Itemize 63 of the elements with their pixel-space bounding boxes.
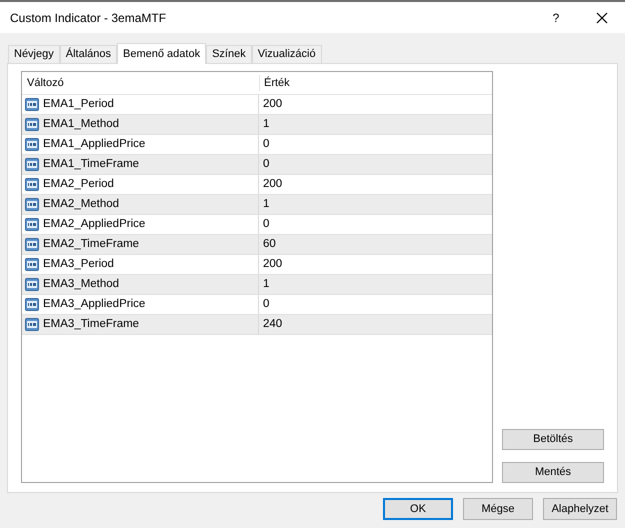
parameter-value: 200 — [262, 96, 282, 112]
parameter-value: 0 — [262, 296, 270, 312]
parameter-value: 200 — [262, 256, 282, 272]
dialog-button[interactable]: Mégse — [463, 498, 533, 520]
dialog-button[interactable]: Alaphelyzet — [543, 498, 617, 520]
parameter-name: EMA2_Period — [43, 176, 114, 192]
number-type-icon — [25, 258, 39, 271]
number-type-icon — [25, 98, 39, 111]
dialog-button[interactable]: OK — [383, 498, 453, 520]
column-header[interactable]: Változó — [22, 74, 259, 92]
parameter-value: 240 — [262, 316, 282, 332]
table-row[interactable]: EMA1_Method 1 — [22, 115, 492, 135]
table-row[interactable]: EMA2_TimeFrame 60 — [22, 235, 492, 255]
parameter-value: 0 — [262, 216, 270, 232]
parameter-name: EMA3_AppliedPrice — [43, 296, 146, 312]
parameter-value: 0 — [262, 156, 270, 172]
close-icon — [596, 12, 608, 24]
table-row[interactable]: EMA3_AppliedPrice 0 — [22, 295, 492, 315]
parameter-name: EMA1_Period — [43, 96, 114, 112]
parameter-name: EMA2_Method — [43, 196, 120, 212]
parameter-value: 1 — [262, 116, 270, 132]
number-type-icon — [25, 278, 39, 291]
table-row[interactable]: EMA1_Period 200 — [22, 95, 492, 115]
table-row[interactable]: EMA2_Period 200 — [22, 175, 492, 195]
parameter-name: EMA3_TimeFrame — [43, 316, 140, 332]
parameter-name: EMA3_Period — [43, 256, 114, 272]
parameter-value: 0 — [262, 136, 270, 152]
tab[interactable]: Vizualizáció — [252, 45, 322, 63]
window-title: Custom Indicator - 3emaMTF — [10, 10, 168, 26]
number-type-icon — [25, 178, 39, 191]
tab[interactable]: Színek — [206, 45, 252, 63]
parameter-name: EMA3_Method — [43, 276, 120, 292]
number-type-icon — [25, 298, 39, 311]
table-row[interactable]: EMA2_Method 1 — [22, 195, 492, 215]
parameter-name: EMA1_AppliedPrice — [43, 136, 146, 152]
parameter-name: EMA2_AppliedPrice — [43, 216, 146, 232]
table-row[interactable]: EMA3_Method 1 — [22, 275, 492, 295]
number-type-icon — [25, 118, 39, 131]
table-row[interactable]: EMA1_TimeFrame 0 — [22, 155, 492, 175]
number-type-icon — [25, 218, 39, 231]
tab[interactable]: Általános — [60, 45, 118, 63]
parameter-name: EMA1_Method — [43, 116, 120, 132]
tab[interactable]: Névjegy — [8, 45, 60, 63]
table-row[interactable]: EMA3_TimeFrame 240 — [22, 315, 492, 335]
parameter-value: 60 — [262, 236, 276, 252]
table-row[interactable]: EMA2_AppliedPrice 0 — [22, 215, 492, 235]
number-type-icon — [25, 238, 39, 251]
parameter-value: 1 — [262, 196, 270, 212]
number-type-icon — [25, 158, 39, 171]
parameter-value: 1 — [262, 276, 270, 292]
parameter-value: 200 — [262, 176, 282, 192]
number-type-icon — [25, 318, 39, 331]
help-button[interactable]: ? — [533, 2, 579, 33]
side-button[interactable]: Betöltés — [502, 429, 604, 450]
table-row[interactable]: EMA3_Period 200 — [22, 255, 492, 275]
column-header[interactable]: Érték — [259, 74, 492, 92]
parameter-name: EMA2_TimeFrame — [43, 236, 140, 252]
side-button[interactable]: Mentés — [502, 462, 604, 483]
number-type-icon — [25, 138, 39, 151]
number-type-icon — [25, 198, 39, 211]
parameter-name: EMA1_TimeFrame — [43, 156, 140, 172]
tab[interactable]: Bemenő adatok — [117, 43, 206, 64]
table-row[interactable]: EMA1_AppliedPrice 0 — [22, 135, 492, 155]
